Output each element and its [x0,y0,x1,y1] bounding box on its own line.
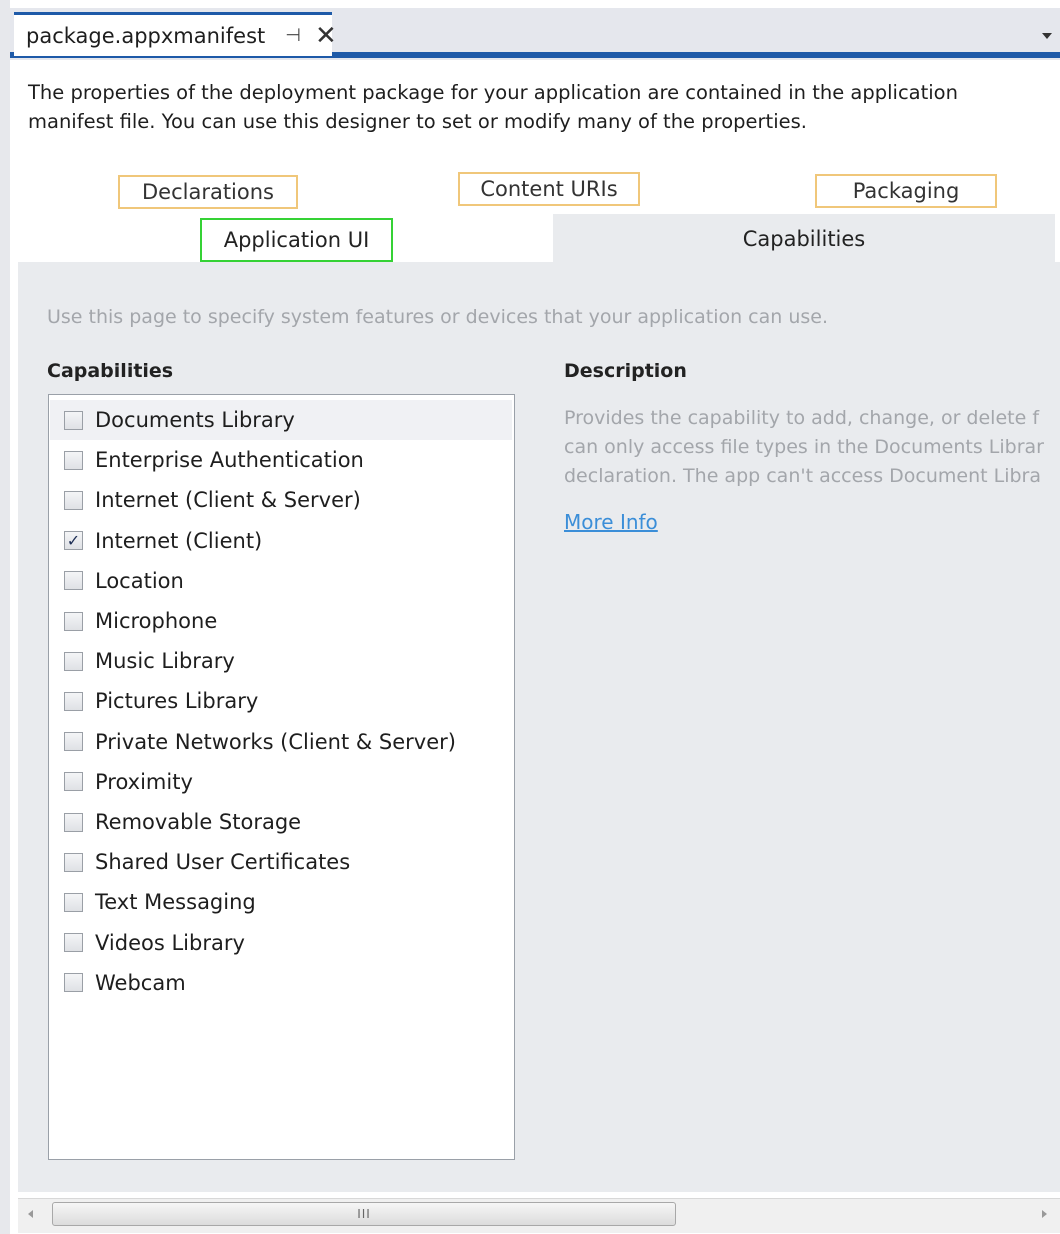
checkbox[interactable] [64,973,83,993]
document-tab-title: package.appxmanifest [26,23,266,48]
capability-label: Enterprise Authentication [95,448,364,473]
capability-item[interactable]: ✓ Internet (Client) [50,521,512,561]
checkbox[interactable] [64,571,83,591]
tab-content-uris[interactable]: Content URIs [458,172,640,206]
checkbox[interactable] [64,691,83,711]
tab-declarations[interactable]: Declarations [118,175,298,209]
capability-item[interactable]: Music Library [50,641,512,681]
capability-item[interactable]: Videos Library [50,923,512,963]
capabilities-list[interactable]: Documents Library Enterprise Authenticati… [48,394,515,1160]
checkbox[interactable] [64,732,83,752]
capability-item[interactable]: Shared User Certificates [50,842,512,882]
window-left-edge [0,0,10,1234]
description-line: can only access file types in the Docume… [564,436,1044,458]
grip-icon: III [357,1207,371,1221]
tab-application-ui[interactable]: Application UI [200,218,393,262]
checkbox-checked[interactable]: ✓ [64,530,83,551]
capability-item[interactable]: Microphone [50,601,512,641]
document-tab[interactable]: package.appxmanifest ⊣ ✕ [14,12,337,56]
tab-capabilities[interactable]: Capabilities [553,214,1055,264]
capability-item[interactable]: Pictures Library [50,681,512,721]
tab-dropdown-icon[interactable] [1042,33,1052,39]
checkbox[interactable] [64,651,83,671]
capabilities-heading: Capabilities [47,360,174,382]
capability-label: Internet (Client & Server) [95,488,361,513]
checkbox[interactable] [64,772,83,792]
capability-label: Removable Storage [95,810,302,834]
capability-item[interactable]: Proximity [50,762,512,802]
capability-item[interactable]: Documents Library [50,400,512,440]
intro-text: The properties of the deployment package… [28,81,958,133]
description-line: declaration. The app can't access Docume… [564,465,1041,487]
page-hint: Use this page to specify system features… [47,306,829,328]
capability-label: Webcam [95,970,186,995]
tab-packaging[interactable]: Packaging [815,174,997,208]
capability-item[interactable]: Private Networks (Client & Server) [50,722,512,762]
capability-item[interactable]: Internet (Client & Server) [50,480,512,520]
checkbox[interactable] [64,852,83,872]
checkbox[interactable] [64,892,83,912]
capability-label: Microphone [95,609,218,633]
capability-item[interactable]: Location [50,561,512,601]
checkbox[interactable] [64,490,83,510]
description-heading: Description [564,360,687,382]
checkbox[interactable] [64,933,83,953]
capability-item[interactable]: Webcam [50,963,512,1003]
description-text: Provides the capability to add, change, … [564,404,1060,500]
capability-item[interactable]: Removable Storage [50,802,512,842]
checkbox[interactable] [64,410,83,430]
capability-label: Location [95,568,184,593]
capability-label: Shared User Certificates [95,850,351,875]
capability-label: Documents Library [95,408,295,432]
capability-label: Proximity [95,769,193,794]
scroll-left-arrow-icon[interactable] [28,1210,33,1218]
description-line: Provides the capability to add, change, … [564,407,1040,429]
scrollbar-thumb[interactable]: III [52,1202,676,1226]
more-info-link[interactable]: More Info [564,510,658,534]
close-icon[interactable]: ✕ [315,23,337,49]
checkbox[interactable] [64,611,83,631]
capability-label: Music Library [95,649,235,674]
capability-label: Text Messaging [95,890,256,915]
pin-icon[interactable]: ⊣ [285,25,301,46]
checkmark-icon: ✓ [66,530,81,550]
capability-item[interactable]: Enterprise Authentication [50,440,512,480]
capability-item[interactable]: Text Messaging [50,882,512,922]
capability-label: Internet (Client) [95,528,263,553]
capability-label: Private Networks (Client & Server) [95,729,456,754]
capability-label: Videos Library [95,930,245,955]
checkbox[interactable] [64,450,83,470]
checkbox[interactable] [64,812,83,832]
capability-label: Pictures Library [95,689,259,714]
scroll-right-arrow-icon[interactable] [1042,1210,1047,1218]
